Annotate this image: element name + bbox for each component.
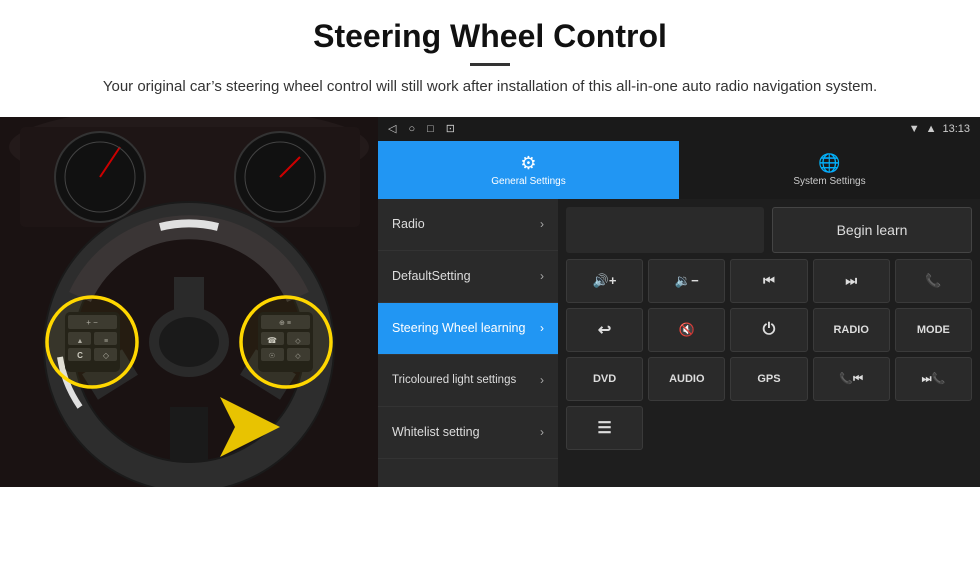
screen-icon[interactable]: ⊡ [446,122,455,135]
tab-general[interactable]: ⚙ General Settings [378,141,679,199]
gps-button[interactable]: GPS [730,357,807,401]
ctrl-row-2: ↩ 🔇 ⏻ RADIO MODE [566,308,972,352]
tab-general-label: General Settings [491,176,566,187]
gear-icon: ⚙ [520,153,536,174]
right-panel: Begin learn 🔊+ 🔉− ⏮ [558,199,980,487]
phone-prev-button[interactable]: 📞⏮ [813,357,890,401]
mode-button[interactable]: MODE [895,308,972,352]
menu-whitelist-label: Whitelist setting [392,425,540,439]
dvd-label: DVD [593,373,616,385]
menu-default-label: DefaultSetting [392,269,540,283]
nav-icons: ◁ ○ □ ⊡ [388,122,455,135]
tab-system[interactable]: 🌐 System Settings [679,141,980,199]
menu-radio-label: Radio [392,217,540,231]
tab-bar: ⚙ General Settings 🌐 System Settings [378,141,980,199]
empty-field [566,207,764,253]
settings-body: Radio › DefaultSetting › Steering Wheel … [378,199,980,487]
begin-learn-button[interactable]: Begin learn [772,207,972,253]
vol-down-button[interactable]: 🔉− [648,259,725,303]
menu-item-default[interactable]: DefaultSetting › [378,251,558,303]
wifi-icon: ▼ [909,123,920,135]
chevron-icon: › [540,269,544,283]
ctrl-row-3: DVD AUDIO GPS 📞⏮ ⏭📞 [566,357,972,401]
audio-label: AUDIO [669,373,704,385]
status-bar: ◁ ○ □ ⊡ ▼ ▲ 13:13 [378,117,980,141]
chevron-icon: › [540,321,544,335]
left-menu: Radio › DefaultSetting › Steering Wheel … [378,199,558,487]
menu-item-steering[interactable]: Steering Wheel learning › [378,303,558,355]
mute-icon: 🔇 [679,322,695,338]
page-header: Steering Wheel Control Your original car… [0,0,980,109]
mute-button[interactable]: 🔇 [648,308,725,352]
chevron-icon: › [540,217,544,231]
phone-button[interactable]: 📞 [895,259,972,303]
list-button[interactable]: ☰ [566,406,643,450]
power-icon: ⏻ [763,321,776,339]
signal-icon: ▲ [926,123,937,135]
chevron-icon: › [540,425,544,439]
skip-phone-button[interactable]: ⏭📞 [895,357,972,401]
vol-down-icon: 🔉− [675,273,699,289]
dvd-button[interactable]: DVD [566,357,643,401]
time-display: 13:13 [942,123,970,135]
main-content: + − ▲ ≡ C ◇ ⊕ ≡ ☎ ◇ ☉ ◇ [0,117,980,487]
radio-button[interactable]: RADIO [813,308,890,352]
control-buttons: 🔊+ 🔉− ⏮ ⏭ 📞 [566,259,972,450]
hangup-icon: ↩ [598,320,611,340]
power-button[interactable]: ⏻ [730,308,807,352]
tab-system-label: System Settings [793,176,865,187]
phone-icon: 📞 [925,273,941,289]
prev-button[interactable]: ⏮ [730,259,807,303]
ctrl-row-4: ☰ [566,406,972,450]
begin-learn-row: Begin learn [566,207,972,253]
vol-up-button[interactable]: 🔊+ [566,259,643,303]
hangup-button[interactable]: ↩ [566,308,643,352]
menu-item-radio[interactable]: Radio › [378,199,558,251]
mode-label: MODE [917,324,950,336]
radio-label: RADIO [833,324,868,336]
tablet-ui: ◁ ○ □ ⊡ ▼ ▲ 13:13 ⚙ General Settings 🌐 S… [378,117,980,487]
list-icon: ☰ [597,418,611,438]
menu-tricoloured-label: Tricoloured light settings [392,374,540,386]
globe-icon: 🌐 [818,153,840,174]
back-icon[interactable]: ◁ [388,122,396,135]
menu-item-tricoloured[interactable]: Tricoloured light settings › [378,355,558,407]
menu-steering-label: Steering Wheel learning [392,321,540,335]
page-subtitle: Your original car’s steering wheel contr… [80,76,900,99]
phone-prev-icon: 📞⏮ [839,372,863,386]
skip-phone-icon: ⏭📞 [922,372,946,386]
status-right: ▼ ▲ 13:13 [909,123,970,135]
gps-label: GPS [757,373,780,385]
chevron-icon: › [540,373,544,387]
vol-up-icon: 🔊+ [593,273,617,289]
prev-icon: ⏮ [763,273,775,289]
audio-button[interactable]: AUDIO [648,357,725,401]
home-icon[interactable]: ○ [408,123,415,135]
menu-item-whitelist[interactable]: Whitelist setting › [378,407,558,459]
ctrl-row-1: 🔊+ 🔉− ⏮ ⏭ 📞 [566,259,972,303]
page-title: Steering Wheel Control [40,18,940,55]
next-icon: ⏭ [845,273,857,289]
next-button[interactable]: ⏭ [813,259,890,303]
steering-wheel-image: + − ▲ ≡ C ◇ ⊕ ≡ ☎ ◇ ☉ ◇ [0,117,378,487]
title-divider [470,63,510,66]
recent-icon[interactable]: □ [427,123,434,135]
